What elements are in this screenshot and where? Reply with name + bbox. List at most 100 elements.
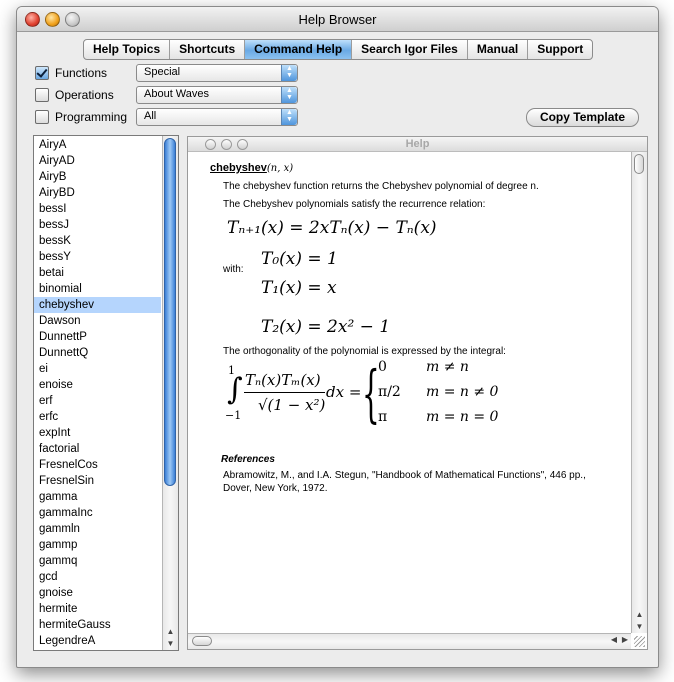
functions-filter[interactable]: Functions — [35, 64, 107, 82]
list-item[interactable]: ei — [34, 361, 161, 377]
with-label: with: — [223, 264, 244, 275]
operations-category-value: About Waves — [144, 88, 210, 100]
list-item[interactable]: expInt — [34, 425, 161, 441]
list-item[interactable]: gnoise — [34, 585, 161, 601]
tab-bar: Help Topics Shortcuts Command Help Searc… — [83, 39, 594, 60]
tab-shortcuts[interactable]: Shortcuts — [170, 40, 246, 59]
list-item[interactable]: erfc — [34, 409, 161, 425]
integral-numerator: Tₙ(x)Tₘ(x) — [245, 371, 321, 389]
function-name[interactable]: chebyshev — [210, 162, 267, 174]
scroll-up-icon[interactable]: ▲ — [163, 626, 178, 638]
list-item[interactable]: binomial — [34, 281, 161, 297]
integral-dx: dx = — [326, 383, 362, 401]
case-2-value: π/2 — [378, 384, 401, 400]
select-arrows-icon: ▲ ▼ — [281, 65, 297, 81]
help-vertical-scroll-thumb[interactable] — [634, 154, 644, 174]
help-pane: Help chebyshev(n, x) The chebyshev funct… — [187, 136, 648, 650]
help-pane-titlebar[interactable]: Help — [188, 137, 647, 152]
scroll-down-icon[interactable]: ▼ — [163, 638, 178, 650]
scroll-down-icon[interactable]: ▼ — [632, 621, 647, 633]
list-item[interactable]: hermiteGauss — [34, 617, 161, 633]
functions-category-select[interactable]: Special ▲ ▼ — [136, 64, 298, 82]
list-item[interactable]: AiryBD — [34, 185, 161, 201]
list-item[interactable]: DunnettP — [34, 329, 161, 345]
list-item[interactable]: gammln — [34, 521, 161, 537]
tab-support[interactable]: Support — [528, 40, 592, 59]
resize-grip-icon[interactable] — [634, 636, 645, 647]
functions-label: Functions — [55, 66, 108, 80]
window-title: Help Browser — [298, 12, 377, 27]
programming-checkbox[interactable] — [35, 110, 49, 124]
case-1-condition: m ≠ n — [426, 359, 469, 375]
copy-template-button[interactable]: Copy Template — [526, 108, 639, 127]
list-item[interactable]: bessJ — [34, 217, 161, 233]
tab-help-topics[interactable]: Help Topics — [84, 40, 171, 59]
list-item[interactable]: DunnettQ — [34, 345, 161, 361]
orthogonality-text: The orthogonality of the polynomial is e… — [223, 346, 506, 357]
list-item[interactable]: gcd — [34, 569, 161, 585]
list-item[interactable]: gammaInc — [34, 505, 161, 521]
list-item[interactable]: FresnelCos — [34, 457, 161, 473]
case-2-condition: m = n ≠ 0 — [426, 384, 499, 400]
list-item[interactable]: bessY — [34, 249, 161, 265]
references-heading: References — [221, 454, 275, 465]
fraction-bar — [244, 392, 325, 393]
list-item[interactable]: gamma — [34, 489, 161, 505]
help-pane-title: Help — [405, 138, 430, 150]
list-item[interactable]: betai — [34, 265, 161, 281]
recurrence-equation: Tₙ₊₁(x) = 2xTₙ(x) − Tₙ(x) — [227, 218, 437, 238]
list-item[interactable]: FresnelSin — [34, 473, 161, 489]
select-arrows-icon: ▲ ▼ — [281, 109, 297, 125]
list-item[interactable]: AiryAD — [34, 153, 161, 169]
list-item[interactable]: Dawson — [34, 313, 161, 329]
list-item[interactable]: enoise — [34, 377, 161, 393]
help-vertical-scrollbar[interactable]: ▲ ▼ — [631, 152, 647, 633]
list-item[interactable]: erf — [34, 393, 161, 409]
functions-checkbox[interactable] — [35, 66, 49, 80]
list-scrollbar[interactable]: ▲ ▼ — [162, 136, 178, 650]
scroll-up-icon[interactable]: ▲ — [632, 609, 647, 621]
list-item[interactable]: factorial — [34, 441, 161, 457]
programming-label: Programming — [55, 110, 128, 124]
function-args: (n, x) — [266, 163, 294, 174]
case-3-value: π — [378, 409, 388, 425]
case-3-condition: m = n = 0 — [426, 409, 499, 425]
help-horizontal-scroll-thumb[interactable] — [192, 636, 212, 646]
equation-t2: T₂(x) = 2x² − 1 — [261, 317, 391, 337]
list-scroll-thumb[interactable] — [164, 138, 176, 486]
help-horizontal-scrollbar[interactable]: ◀ ▶ — [188, 633, 631, 649]
function-signature: chebyshev(n, x) — [210, 162, 293, 174]
tab-search-igor-files[interactable]: Search Igor Files — [352, 40, 468, 59]
programming-category-select[interactable]: All ▲ ▼ — [136, 108, 298, 126]
command-list[interactable]: AiryA AiryAD AiryB AiryBD bessI bessJ bessK bes… — [33, 135, 179, 651]
help-content: chebyshev(n, x) The chebyshev function r… — [188, 152, 631, 633]
functions-category-value: Special — [144, 66, 181, 78]
command-list-items: AiryA AiryAD AiryB AiryBD bessI bessJ bessK bes… — [34, 137, 161, 649]
list-item[interactable]: AiryA — [34, 137, 161, 153]
list-item[interactable]: LegendreA — [34, 633, 161, 649]
operations-filter[interactable]: Operations — [35, 86, 114, 104]
list-item[interactable]: hermite — [34, 601, 161, 617]
equation-t1: T₁(x) = x — [261, 278, 337, 298]
operations-label: Operations — [55, 88, 114, 102]
list-item[interactable]: bessK — [34, 233, 161, 249]
integral-sign-icon: ∫ — [227, 372, 243, 407]
select-arrows-icon: ▲ ▼ — [281, 87, 297, 103]
tab-command-help[interactable]: Command Help — [245, 40, 353, 59]
list-item[interactable]: gammq — [34, 553, 161, 569]
reference-line-1: Abramowitz, M., and I.A. Stegun, "Handbo… — [223, 470, 586, 481]
list-item[interactable]: chebyshev — [34, 297, 161, 313]
tab-manual[interactable]: Manual — [468, 40, 529, 59]
scroll-right-icon[interactable]: ▶ — [622, 635, 628, 644]
title-bar[interactable]: Help Browser — [17, 7, 658, 32]
equation-t0: T₀(x) = 1 — [261, 249, 338, 269]
operations-category-select[interactable]: About Waves ▲ ▼ — [136, 86, 298, 104]
description-line-2: The Chebyshev polynomials satisfy the re… — [223, 199, 486, 210]
list-item[interactable]: bessI — [34, 201, 161, 217]
list-item[interactable]: AiryB — [34, 169, 161, 185]
list-item[interactable]: gammp — [34, 537, 161, 553]
case-1-value: 0 — [378, 359, 387, 375]
programming-filter[interactable]: Programming — [35, 108, 127, 126]
operations-checkbox[interactable] — [35, 88, 49, 102]
scroll-left-icon[interactable]: ◀ — [611, 635, 617, 644]
